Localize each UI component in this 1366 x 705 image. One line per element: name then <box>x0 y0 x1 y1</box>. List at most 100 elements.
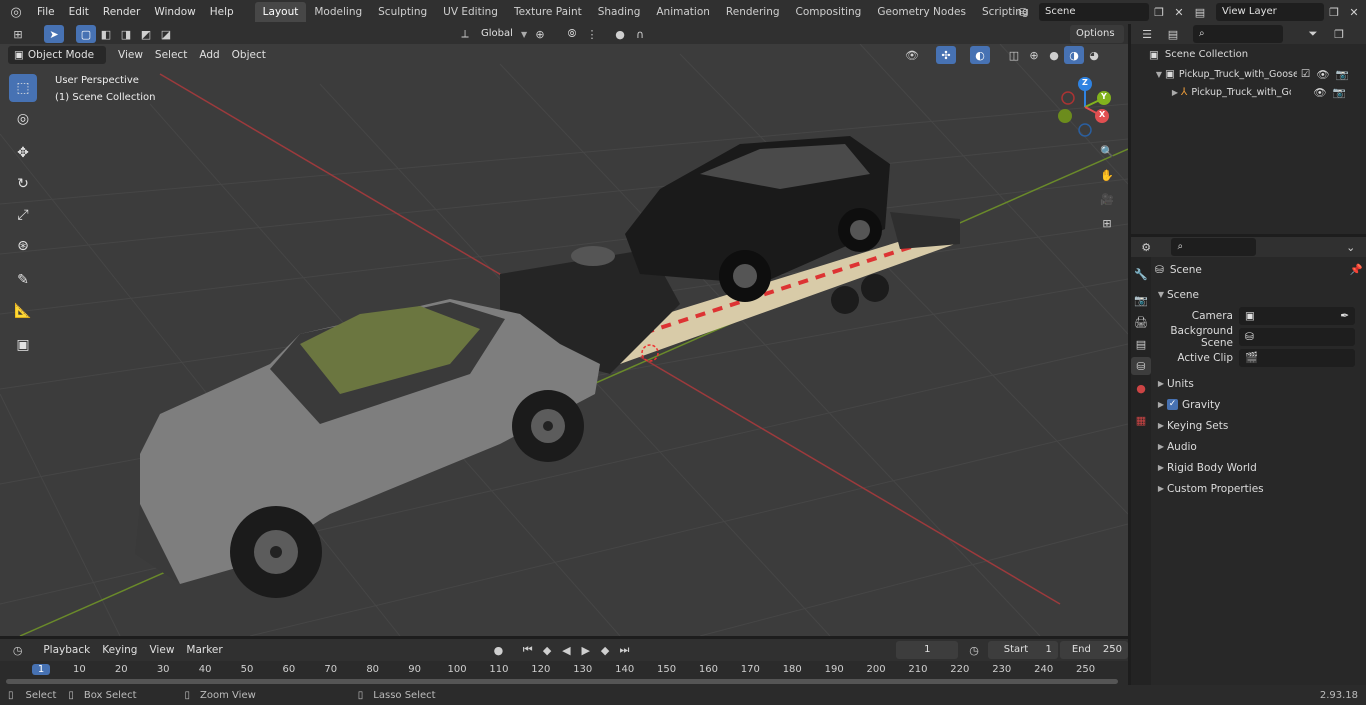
menu-playback[interactable]: Playback <box>37 641 96 659</box>
outliner-root[interactable]: ▣ Scene Collection <box>1131 44 1366 65</box>
clock-icon[interactable]: ◷ <box>964 641 983 659</box>
menu-marker[interactable]: Marker <box>180 641 228 659</box>
select-box-tool-icon[interactable]: ⬚ <box>9 74 37 102</box>
measure-tool-icon[interactable]: 📐 <box>9 297 37 325</box>
new-scene-icon[interactable]: ❐ <box>1149 3 1169 21</box>
checkbox-icon[interactable]: ☑ <box>1301 68 1310 80</box>
scene-tab-icon[interactable]: ⛁ <box>1131 357 1151 375</box>
gravity-checkbox[interactable]: ✓ <box>1167 399 1178 410</box>
rotate-tool-icon[interactable]: ↻ <box>9 170 37 198</box>
select-intersect-icon[interactable]: ◪ <box>156 25 176 43</box>
end-frame-field[interactable]: End 250 <box>1059 641 1128 659</box>
pivot-icon[interactable]: ⊕ <box>530 25 550 43</box>
gizmo-toggle-icon[interactable]: ✣ <box>936 46 956 64</box>
subpanel-keying-sets[interactable]: ▶ Keying Sets <box>1155 415 1363 436</box>
background-scene-field[interactable]: ⛁ <box>1239 327 1355 346</box>
current-frame-field[interactable]: 1 <box>896 641 959 659</box>
subpanel-rigid-body-world[interactable]: ▶ Rigid Body World <box>1155 457 1363 478</box>
wireframe-shading-icon[interactable]: ⊕ <box>1024 46 1044 64</box>
render-tab-icon[interactable]: 📷 <box>1131 291 1151 309</box>
menu-file[interactable]: File <box>30 0 62 24</box>
scene-icon[interactable]: ⛁ <box>1013 3 1033 21</box>
subpanel-custom-properties[interactable]: ▶ Custom Properties <box>1155 478 1363 499</box>
xray-icon[interactable]: ◫ <box>1004 46 1024 64</box>
overlay-toggle-icon[interactable]: ◐ <box>970 46 990 64</box>
view-layer-icon[interactable]: ▤ <box>1190 3 1210 21</box>
outliner-search-input[interactable]: ⌕ <box>1193 25 1283 43</box>
eye-icon[interactable]: 👁 <box>1313 86 1326 99</box>
play-icon[interactable]: ▶ <box>576 641 595 659</box>
tab-uv-editing[interactable]: UV Editing <box>435 2 506 22</box>
frame-ruler[interactable]: 1 10 20 30 40 50 60 70 80 90 100 110 120 130 140 150 160… <box>0 663 1120 679</box>
menu-timeline-view[interactable]: View <box>143 641 180 659</box>
tab-geometry-nodes[interactable]: Geometry Nodes <box>869 2 974 22</box>
camera-view-icon[interactable]: 🎥 <box>1097 190 1117 208</box>
expand-arrow-icon[interactable]: ▶ <box>1169 88 1181 97</box>
timeline-scrollbar[interactable] <box>6 679 1118 684</box>
view-layer-field[interactable]: View Layer <box>1216 3 1324 21</box>
select-tool-icon[interactable]: ➤ <box>44 25 64 43</box>
rendered-shading-icon[interactable]: ◕ <box>1084 46 1104 64</box>
jump-end-icon[interactable]: ⏭ <box>615 641 634 659</box>
delete-view-layer-icon[interactable]: ✕ <box>1344 3 1364 21</box>
next-keyframe-icon[interactable]: ◆ <box>595 641 614 659</box>
properties-search-input[interactable]: ⌕ <box>1171 238 1256 256</box>
3d-viewport[interactable]: ⬚ ◎ ✥ ↻ ⤢ ⊛ ✎ 📐 ▣ ▣ Object Mode View Sel… <box>0 44 1128 636</box>
transform-tool-icon[interactable]: ⊛ <box>9 232 37 260</box>
menu-edit[interactable]: Edit <box>62 0 96 24</box>
tool-tab-icon[interactable]: 🔧 <box>1131 265 1151 283</box>
visibility-icon[interactable]: 👁 <box>902 46 922 64</box>
tab-modeling[interactable]: Modeling <box>306 2 370 22</box>
outliner-item[interactable]: ▼ ▣ Pickup_Truck_with_Goosenec ☑ 👁 📷 <box>1131 65 1366 83</box>
camera-field[interactable]: ▣ ✒ <box>1239 306 1355 325</box>
tab-sculpting[interactable]: Sculpting <box>370 2 435 22</box>
orientation-dropdown[interactable]: Global <box>475 25 521 43</box>
options-dropdown[interactable]: Options <box>1070 25 1124 43</box>
pin-icon[interactable]: 📌 <box>1350 263 1363 276</box>
pickup-truck-model[interactable] <box>0 44 1128 636</box>
delete-scene-icon[interactable]: ✕ <box>1169 3 1189 21</box>
add-cube-tool-icon[interactable]: ▣ <box>9 331 37 359</box>
proportional-edit-icon[interactable]: ● <box>610 25 630 43</box>
select-subtract-icon[interactable]: ◨ <box>116 25 136 43</box>
filter-icon[interactable]: ⏷ <box>1303 25 1323 43</box>
camera-icon[interactable]: 📷 <box>1333 86 1346 99</box>
prev-keyframe-icon[interactable]: ◆ <box>537 641 556 659</box>
mode-dropdown[interactable]: ▣ Object Mode <box>8 46 106 64</box>
annotate-tool-icon[interactable]: ✎ <box>9 266 37 294</box>
new-collection-icon[interactable]: ❐ <box>1329 25 1349 43</box>
section-header[interactable]: ▼ Scene <box>1155 284 1363 305</box>
timeline-editor-icon[interactable]: ◷ <box>8 641 27 659</box>
scene-name-field[interactable]: Scene <box>1039 3 1149 21</box>
tab-layout[interactable]: Layout <box>254 2 307 22</box>
cursor-tool-icon[interactable]: ◎ <box>9 105 37 133</box>
new-view-layer-icon[interactable]: ❐ <box>1324 3 1344 21</box>
menu-object[interactable]: Object <box>226 46 272 64</box>
snap-icon[interactable]: ⦾ <box>562 25 582 43</box>
properties-editor-icon[interactable]: ⚙ <box>1137 238 1155 256</box>
menu-help[interactable]: Help <box>203 0 241 24</box>
select-invert-icon[interactable]: ◩ <box>136 25 156 43</box>
zoom-icon[interactable]: 🔍 <box>1097 142 1117 160</box>
menu-window[interactable]: Window <box>147 0 202 24</box>
outliner-editor-icon[interactable]: ☰ <box>1137 25 1157 43</box>
ortho-grid-icon[interactable]: ⊞ <box>1097 214 1117 232</box>
menu-keying[interactable]: Keying <box>96 641 143 659</box>
snap-target-icon[interactable]: ⋮ <box>582 25 602 43</box>
menu-add[interactable]: Add <box>193 46 225 64</box>
chevron-down-icon[interactable]: ⌄ <box>1342 238 1360 256</box>
pan-hand-icon[interactable]: ✋ <box>1097 166 1117 184</box>
world-tab-icon[interactable]: ● <box>1131 379 1151 397</box>
select-extend-icon[interactable]: ◧ <box>96 25 116 43</box>
move-tool-icon[interactable]: ✥ <box>9 139 37 167</box>
output-tab-icon[interactable]: 🖨 <box>1131 313 1151 331</box>
active-clip-field[interactable]: 🎬 <box>1239 348 1355 367</box>
view-layer-tab-icon[interactable]: ▤ <box>1131 335 1151 353</box>
camera-icon[interactable]: 📷 <box>1336 68 1349 81</box>
tab-shading[interactable]: Shading <box>590 2 649 22</box>
outliner-item[interactable]: ▶ ⅄ Pickup_Truck_with_Goose 👁 📷 <box>1131 83 1366 101</box>
tab-animation[interactable]: Animation <box>648 2 718 22</box>
editor-type-icon[interactable]: ⊞ <box>8 25 28 43</box>
expand-arrow-icon[interactable]: ▼ <box>1153 70 1165 79</box>
eye-icon[interactable]: 👁 <box>1316 68 1329 81</box>
